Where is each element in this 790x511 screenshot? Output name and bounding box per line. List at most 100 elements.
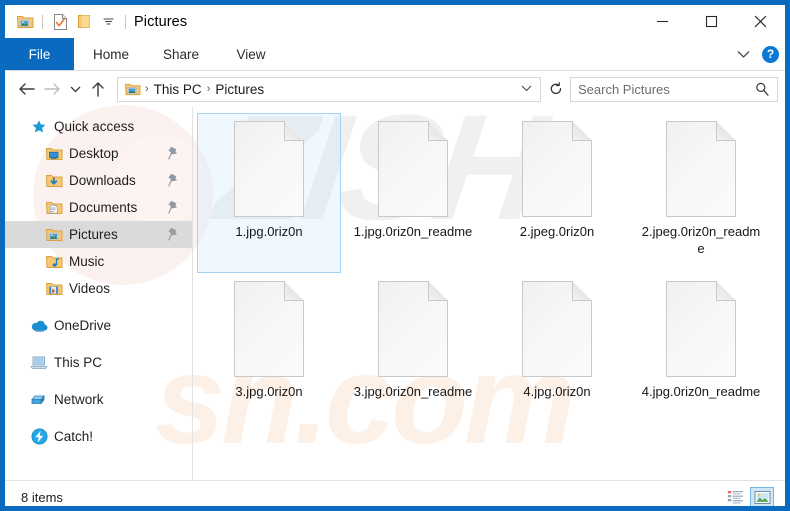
file-list-view[interactable]: 1.jpg.0riz0n 1.jpg.0riz0n_readme 2.jpeg.…	[193, 107, 785, 480]
blank-document-icon	[378, 121, 448, 217]
pin-icon[interactable]	[168, 146, 180, 163]
pin-icon[interactable]	[168, 200, 180, 217]
tab-share[interactable]: Share	[146, 38, 216, 70]
breadcrumb-item-this-pc[interactable]: This PC	[151, 82, 205, 97]
downloads-folder-icon	[45, 172, 63, 190]
refresh-button[interactable]	[545, 78, 567, 101]
file-item[interactable]: 3.jpg.0riz0n	[197, 273, 341, 433]
pictures-folder-icon[interactable]	[14, 11, 36, 33]
blank-document-icon	[234, 281, 304, 377]
file-name-label: 1.jpg.0riz0n	[235, 224, 303, 239]
chevron-down-icon[interactable]	[513, 83, 540, 95]
up-button[interactable]	[85, 76, 111, 102]
sidebar-item-network[interactable]: Network	[5, 386, 192, 413]
sidebar-item-quick-access[interactable]: Quick access	[5, 113, 192, 140]
title-bar: Pictures	[5, 5, 785, 38]
chevron-down-icon[interactable]	[733, 50, 754, 59]
sidebar-item-music[interactable]: Music	[5, 248, 192, 275]
file-name-label: 2.jpeg.0riz0n	[519, 224, 595, 239]
file-name-label: 4.jpg.0riz0n	[523, 384, 591, 399]
status-bar: 8 items	[5, 480, 785, 507]
maximize-button[interactable]	[687, 5, 736, 38]
files-grid: 1.jpg.0riz0n 1.jpg.0riz0n_readme 2.jpeg.…	[193, 107, 785, 433]
sidebar-item-pictures[interactable]: Pictures	[5, 221, 192, 248]
recent-locations-button[interactable]	[65, 76, 85, 102]
blank-document-icon	[522, 281, 592, 377]
catch-icon	[30, 428, 48, 446]
file-explorer-window: ZISH sh.com	[0, 0, 790, 511]
back-button[interactable]	[13, 76, 39, 102]
help-button[interactable]: ?	[762, 45, 779, 63]
pin-icon[interactable]	[168, 173, 180, 190]
tab-home[interactable]: Home	[76, 38, 146, 70]
file-item[interactable]: 2.jpeg.0riz0n_readme	[629, 113, 773, 273]
file-name-label: 4.jpg.0riz0n_readme	[641, 384, 761, 399]
navigation-pane: Quick access Desktop Downloads Documents…	[5, 107, 192, 480]
view-mode-buttons	[723, 486, 785, 507]
pin-icon[interactable]	[168, 227, 180, 244]
sidebar-item-videos[interactable]: Videos	[5, 275, 192, 302]
videos-folder-icon	[45, 280, 63, 298]
minimize-button[interactable]	[638, 5, 687, 38]
toolbar-separator	[125, 14, 126, 29]
ribbon-tab-bar: File Home Share View ?	[5, 38, 785, 71]
file-item[interactable]: 2.jpeg.0riz0n	[485, 113, 629, 273]
blank-document-icon	[522, 121, 592, 217]
sidebar-item-label: Pictures	[69, 227, 118, 242]
sidebar-item-label: Desktop	[69, 146, 119, 161]
music-folder-icon	[45, 253, 63, 271]
ribbon-right-controls: ?	[733, 38, 779, 70]
blank-document-icon	[666, 121, 736, 217]
documents-folder-icon	[45, 199, 63, 217]
tab-file[interactable]: File	[5, 38, 74, 70]
breadcrumb[interactable]: › This PC › Pictures	[117, 76, 541, 102]
breadcrumb-item-pictures[interactable]: Pictures	[212, 82, 267, 97]
large-icons-view-button[interactable]	[750, 486, 774, 506]
pictures-folder-icon	[123, 82, 143, 96]
file-name-label: 1.jpg.0riz0n_readme	[353, 224, 473, 239]
sidebar-item-label: Videos	[69, 281, 111, 296]
pictures-folder-icon	[45, 226, 63, 244]
window-controls	[638, 5, 785, 38]
sidebar-item-label: Music	[69, 254, 105, 269]
search-input[interactable]: Search Pictures	[571, 82, 755, 97]
explorer-body: Quick access Desktop Downloads Documents…	[5, 107, 785, 480]
file-item[interactable]: 4.jpg.0riz0n_readme	[629, 273, 773, 433]
sidebar-item-label: OneDrive	[54, 318, 112, 333]
blank-document-icon	[234, 121, 304, 217]
onedrive-cloud-icon	[30, 317, 48, 335]
file-item[interactable]: 4.jpg.0riz0n	[485, 273, 629, 433]
address-bar: › This PC › Pictures Search Pictures	[5, 71, 785, 107]
quick-access-toolbar	[5, 11, 130, 33]
tab-view[interactable]: View	[216, 38, 286, 70]
breadcrumb-separator: ›	[206, 83, 211, 95]
forward-button[interactable]	[39, 76, 65, 102]
file-item[interactable]: 3.jpg.0riz0n_readme	[341, 273, 485, 433]
sidebar-item-downloads[interactable]: Downloads	[5, 167, 192, 194]
sidebar-item-this-pc[interactable]: This PC	[5, 349, 192, 376]
search-icon[interactable]	[755, 82, 777, 96]
sidebar-item-catch[interactable]: Catch!	[5, 423, 192, 450]
window-title: Pictures	[134, 13, 188, 30]
search-box[interactable]: Search Pictures	[570, 76, 778, 102]
new-folder-icon[interactable]	[73, 11, 95, 33]
star-icon	[30, 118, 48, 136]
file-item[interactable]: 1.jpg.0riz0n	[197, 113, 341, 273]
properties-icon[interactable]	[49, 11, 71, 33]
details-view-button[interactable]	[723, 487, 747, 507]
network-icon	[30, 391, 48, 409]
close-button[interactable]	[736, 5, 785, 38]
sidebar-item-label: Documents	[69, 200, 138, 215]
file-item[interactable]: 1.jpg.0riz0n_readme	[341, 113, 485, 273]
item-count-label: 8 items	[21, 490, 63, 505]
sidebar-item-desktop[interactable]: Desktop	[5, 140, 192, 167]
file-name-label: 2.jpeg.0riz0n_readme	[641, 224, 761, 256]
sidebar-item-onedrive[interactable]: OneDrive	[5, 312, 192, 339]
sidebar-item-documents[interactable]: Documents	[5, 194, 192, 221]
file-name-label: 3.jpg.0riz0n_readme	[353, 384, 473, 399]
customize-chevron-icon[interactable]	[97, 11, 119, 33]
this-pc-icon	[30, 354, 48, 372]
